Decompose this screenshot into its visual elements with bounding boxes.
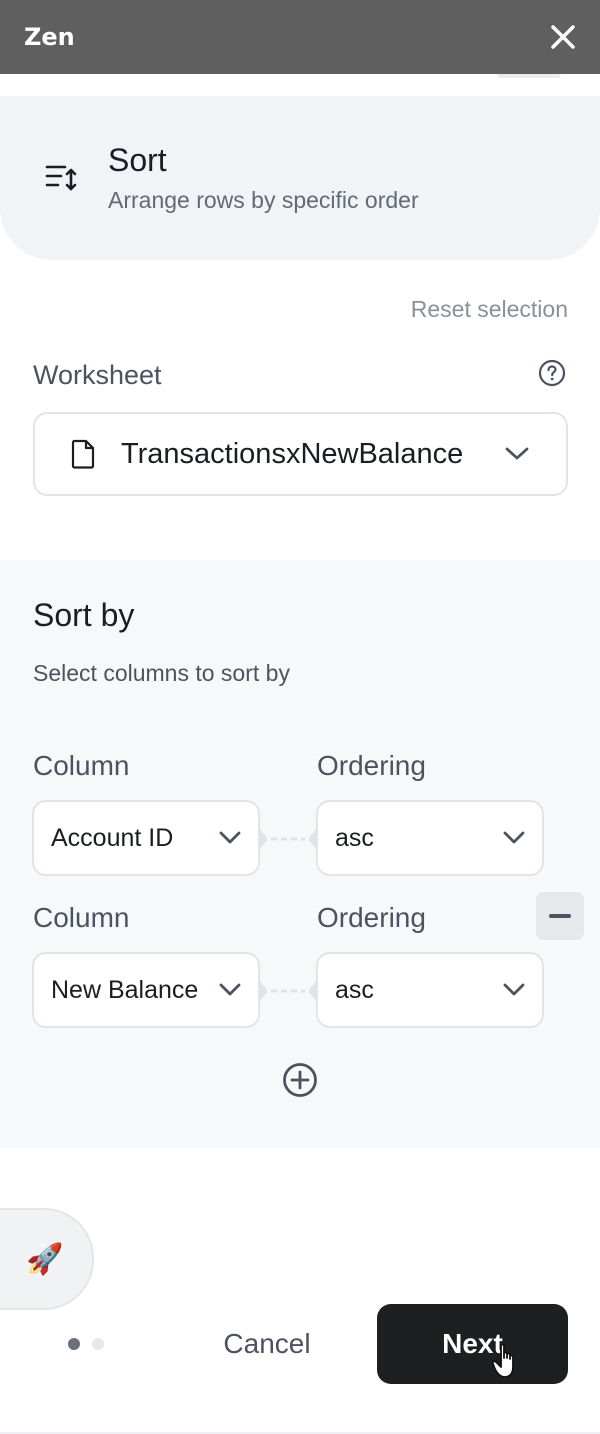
worksheet-select[interactable]: TransactionsxNewBalance	[33, 412, 568, 496]
column-value: Account ID	[51, 823, 174, 852]
add-circle-icon[interactable]	[282, 1062, 318, 1098]
connector-line	[259, 980, 317, 1002]
connector-line	[259, 828, 317, 850]
help-icon[interactable]	[538, 359, 566, 387]
chevron-down-icon	[505, 447, 529, 460]
cancel-button[interactable]: Cancel	[200, 1318, 334, 1370]
rocket-icon: 🚀	[26, 1241, 64, 1277]
chevron-down-icon	[503, 831, 525, 844]
chevron-down-icon	[503, 983, 525, 996]
worksheet-label: Worksheet	[33, 360, 162, 390]
file-icon	[71, 439, 95, 469]
remove-row-button[interactable]	[536, 892, 584, 940]
worksheet-value: TransactionsxNewBalance	[121, 437, 464, 470]
chevron-down-icon	[219, 983, 241, 996]
ordering-select[interactable]: asc	[316, 800, 544, 876]
sort-by-subtitle: Select columns to sort by	[33, 660, 290, 686]
page-title: Sort	[108, 142, 167, 178]
header-card	[0, 96, 600, 260]
ordering-value: asc	[335, 975, 374, 1004]
title-bar: Zen	[0, 0, 600, 74]
ordering-label: Ordering	[317, 750, 426, 781]
step-indicator-inactive	[92, 1338, 104, 1350]
chevron-down-icon	[219, 831, 241, 844]
sort-icon	[45, 165, 77, 191]
rocket-button[interactable]: 🚀	[0, 1208, 94, 1310]
minus-icon	[549, 914, 571, 918]
page-subtitle: Arrange rows by specific order	[108, 187, 419, 213]
close-icon[interactable]	[548, 22, 578, 52]
reset-selection-link[interactable]: Reset selection	[411, 296, 568, 323]
column-label: Column	[33, 902, 130, 933]
column-select[interactable]: Account ID	[32, 800, 260, 876]
column-select[interactable]: New Balance	[32, 952, 260, 1028]
sort-by-title: Sort by	[33, 597, 135, 633]
step-indicator-active	[68, 1338, 80, 1350]
column-value: New Balance	[51, 975, 199, 1004]
ordering-select[interactable]: asc	[316, 952, 544, 1028]
ordering-label: Ordering	[317, 902, 426, 933]
scroll-indicator	[497, 74, 561, 78]
ordering-value: asc	[335, 823, 374, 852]
column-label: Column	[33, 750, 130, 781]
window-title: Zen	[24, 23, 75, 51]
next-button[interactable]: Next	[377, 1304, 568, 1384]
hand-cursor-icon	[492, 1343, 514, 1378]
